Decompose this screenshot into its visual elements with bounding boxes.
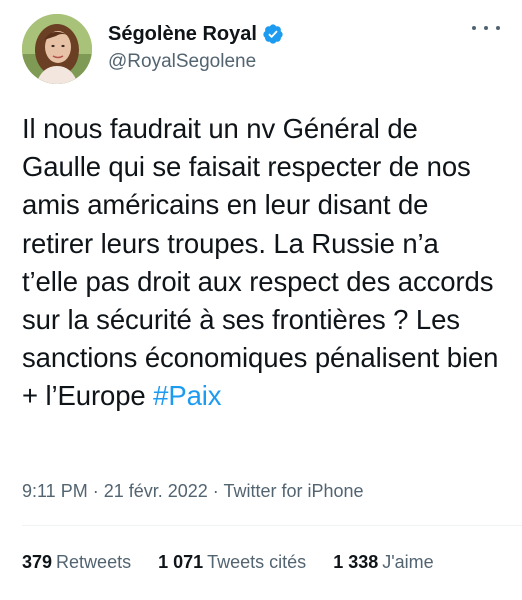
quote-tweets-stat[interactable]: 1 071 Tweets cités [158, 552, 306, 573]
display-name-row: Ségolène Royal [108, 20, 284, 48]
meta-separator: · [207, 481, 224, 501]
avatar[interactable] [22, 14, 92, 84]
tweet-source[interactable]: Twitter for iPhone [223, 481, 363, 501]
tweet-text: Il nous faudrait un nv Général de Gaulle… [22, 110, 502, 416]
tweet-meta: 9:11 PM · 21 févr. 2022 · Twitter for iP… [22, 481, 364, 502]
tweet-header: Ségolène Royal @RoyalSegolene [22, 12, 500, 84]
tweet-body: Il nous faudrait un nv Général de Gaulle… [22, 113, 499, 412]
meta-separator: · [87, 481, 104, 501]
author-names: Ségolène Royal @RoyalSegolene [108, 20, 284, 73]
display-name[interactable]: Ségolène Royal [108, 23, 257, 46]
more-options-icon[interactable] [472, 18, 500, 38]
divider [22, 525, 522, 526]
verified-badge-icon [262, 23, 284, 45]
tweet-date[interactable]: 21 févr. 2022 [104, 481, 208, 501]
retweets-count: 379 [22, 552, 53, 572]
hashtag-link[interactable]: #Paix [153, 380, 221, 411]
tweet-time[interactable]: 9:11 PM [22, 481, 88, 501]
tweet-card: Ségolène Royal @RoyalSegolene Il nous fa… [0, 0, 522, 600]
retweets-label: Retweets [56, 552, 132, 572]
likes-stat[interactable]: 1 338 J'aime [333, 552, 434, 573]
likes-count: 1 338 [333, 552, 379, 572]
author-handle[interactable]: @RoyalSegolene [108, 51, 284, 73]
quotes-label: Tweets cités [207, 552, 307, 572]
avatar-image [22, 14, 92, 84]
retweets-stat[interactable]: 379 Retweets [22, 552, 131, 573]
tweet-stats: 379 Retweets 1 071 Tweets cités 1 338 J'aim… [22, 552, 434, 573]
quotes-count: 1 071 [158, 552, 204, 572]
likes-label: J'aime [382, 552, 434, 572]
